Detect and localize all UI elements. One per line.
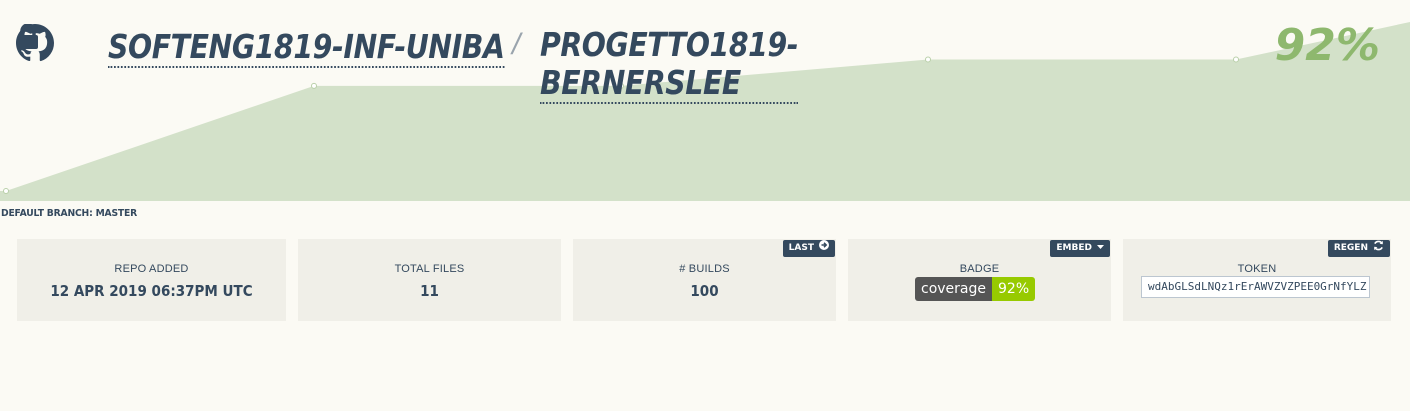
builds-card: LAST # BUILDS 100	[573, 239, 836, 321]
title-row: SOFTENG1819-INF-UNIBA	[16, 24, 569, 72]
regen-label: REGEN	[1333, 243, 1368, 253]
repo-added-label: REPO ADDED	[114, 263, 189, 275]
builds-value: 100	[690, 282, 719, 300]
total-files-label: TOTAL FILES	[394, 263, 465, 275]
coverage-percentage: 92%	[1274, 20, 1380, 71]
repo-added-value: 12 APR 2019 06:37PM UTC	[50, 282, 253, 300]
badge-card: EMBED BADGE coverage 92%	[848, 239, 1111, 321]
refresh-icon	[1373, 240, 1384, 258]
coverage-point[interactable]	[925, 56, 931, 63]
total-files-value: 11	[420, 282, 439, 300]
regen-button[interactable]: REGEN	[1327, 240, 1390, 258]
token-card: REGEN TOKEN wdAbGLSdLNQz1rErAWVZVZPEE0Gr…	[1123, 239, 1391, 321]
last-build-label: LAST	[788, 243, 814, 253]
badge-left-text: coverage	[915, 277, 992, 301]
coverage-point[interactable]	[311, 82, 317, 89]
coverage-point[interactable]	[1233, 56, 1239, 63]
last-build-button[interactable]: LAST	[782, 240, 835, 257]
org-link[interactable]: SOFTENG1819-INF-UNIBA	[108, 28, 505, 68]
coverage-hero: SOFTENG1819-INF-UNIBA / PROGETTO1819-BER…	[0, 0, 1410, 201]
coverage-badge[interactable]: coverage 92%	[915, 277, 1036, 301]
caret-down-icon	[1097, 240, 1104, 257]
token-label: TOKEN	[1237, 263, 1277, 275]
default-branch-label: DEFAULT BRANCH: MASTER	[1, 208, 138, 219]
badge-right-text: 92%	[992, 277, 1036, 301]
total-files-card: TOTAL FILES 11	[298, 239, 561, 321]
repo-added-card: REPO ADDED 12 APR 2019 06:37PM UTC	[17, 239, 286, 321]
lock-icon	[18, 24, 92, 61]
arrow-right-circle-icon	[819, 240, 829, 257]
token-field[interactable]: wdAbGLSdLNQz1rErAWVZVZPEE0GrNfYLZ	[1141, 276, 1370, 298]
embed-label: EMBED	[1056, 243, 1092, 253]
builds-label: # BUILDS	[679, 263, 730, 275]
embed-button[interactable]: EMBED	[1050, 240, 1110, 257]
badge-label: BADGE	[959, 263, 1000, 275]
path-separator: /	[512, 28, 521, 61]
coverage-point[interactable]	[3, 188, 9, 194]
repo-link[interactable]: PROGETTO1819-BERNERSLEE	[540, 26, 799, 104]
